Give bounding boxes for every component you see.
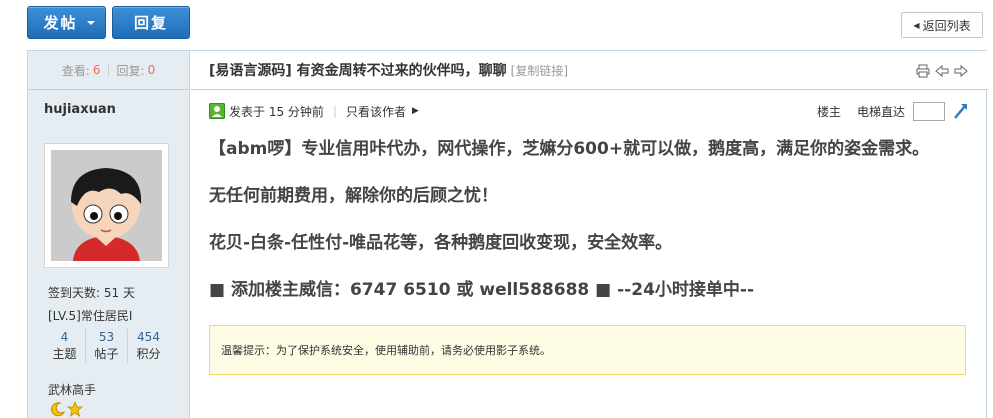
replies-count: 0: [147, 63, 156, 77]
cartoon-avatar-icon: [51, 150, 162, 261]
back-to-list-button[interactable]: ◀ 返回列表: [901, 12, 983, 38]
user-rank: 武林高手: [48, 383, 97, 397]
avatar[interactable]: [44, 143, 169, 268]
only-author-link[interactable]: 只看该作者: [346, 103, 406, 120]
toolbar: 发帖 回复 ◀ 返回列表: [0, 0, 993, 48]
avatar-image: [51, 150, 162, 261]
stat-label: 主题: [52, 347, 77, 361]
author-stats: 4 主题 53 帖子 454 积分: [44, 329, 169, 363]
replies-label: 回复:: [116, 63, 145, 78]
post-meta: 发表于 15 分钟前 | 只看该作者 ▶ 楼主 电梯直达: [209, 101, 969, 121]
reply-button[interactable]: 回复: [112, 6, 190, 39]
views-label: 查看:: [61, 63, 90, 78]
views-count: 6: [92, 63, 101, 77]
title-actions: [916, 64, 968, 78]
user-level[interactable]: [LV.5]常住居民I: [48, 307, 132, 324]
new-post-button[interactable]: 发帖: [27, 6, 106, 39]
meta-divider: |: [332, 104, 337, 118]
jump-arrow-icon[interactable]: [953, 102, 969, 120]
star-icon[interactable]: [67, 401, 83, 417]
print-icon[interactable]: [916, 64, 930, 78]
post-paragraph: ■ 添加楼主威信：6747 6510 或 well588688 ■ --24小时…: [209, 280, 755, 300]
stats-divider: |: [106, 63, 111, 77]
thread-title: [易语言源码] 有资金周转不过来的伙伴吗，聊聊: [209, 63, 507, 79]
author-sidebar: 查看: 6 | 回复: 0 hujiaxuan 签到天数: 51 天 [LV.5…: [28, 51, 190, 418]
play-right-icon: ▶: [411, 106, 419, 116]
stat-value: 454: [137, 330, 160, 344]
stat-topics[interactable]: 4 主题: [44, 329, 86, 363]
post-content: 【abm啰】专业信用咔代办，网代操作，芝嫲分600+就可以做，鹅度高，满足你的姿…: [209, 133, 979, 321]
post-paragraph: 花贝-白条-任性付-唯品花等，各种鹅度回收变现，安全效率。: [209, 233, 673, 253]
thread-title-row: [易语言源码] 有资金周转不过来的伙伴吗，聊聊 [复制链接]: [191, 51, 988, 90]
stat-label: 积分: [136, 347, 161, 361]
back-to-list-label: 返回列表: [922, 18, 971, 33]
new-post-label: 发帖: [43, 14, 78, 32]
floor-jump-input[interactable]: [913, 101, 945, 121]
signin-days: 签到天数: 51 天: [48, 286, 135, 300]
medal-list: [50, 401, 83, 417]
elevator-label: 电梯直达: [856, 104, 905, 119]
next-thread-icon[interactable]: [954, 64, 968, 78]
post-main: [易语言源码] 有资金周转不过来的伙伴吗，聊聊 [复制链接] 发表于 15 分钟…: [191, 51, 988, 418]
copy-link-button[interactable]: [复制链接]: [511, 62, 568, 79]
post-paragraph: 无任何前期费用，解除你的后顾之忧！: [209, 186, 498, 206]
stat-points[interactable]: 454 积分: [128, 329, 169, 363]
online-status-icon: [209, 103, 225, 119]
moon-icon[interactable]: [50, 401, 66, 417]
floor-number: 楼主: [816, 104, 841, 119]
post-paragraph: 【abm啰】专业信用咔代办，网代操作，芝嫲分600+就可以做，鹅度高，满足你的姿…: [209, 139, 930, 159]
stat-posts[interactable]: 53 帖子: [86, 329, 128, 363]
stat-label: 帖子: [94, 347, 119, 361]
arrow-left-icon: ◀: [913, 20, 920, 30]
author-name[interactable]: hujiaxuan: [28, 90, 189, 128]
stat-value: 53: [98, 330, 115, 344]
post-time: 发表于 15 分钟前: [229, 104, 324, 119]
stat-value: 4: [60, 330, 69, 344]
post-frame: 查看: 6 | 回复: 0 hujiaxuan 签到天数: 51 天 [LV.5…: [27, 50, 988, 418]
warm-notice: 温馨提示：为了保护系统安全，使用辅助前，请务必使用影子系统。: [209, 325, 966, 375]
previous-thread-icon[interactable]: [935, 64, 949, 78]
chevron-down-icon: [87, 21, 95, 25]
thread-stats: 查看: 6 | 回复: 0: [28, 51, 189, 90]
floor-controls: 楼主 电梯直达: [817, 101, 969, 121]
